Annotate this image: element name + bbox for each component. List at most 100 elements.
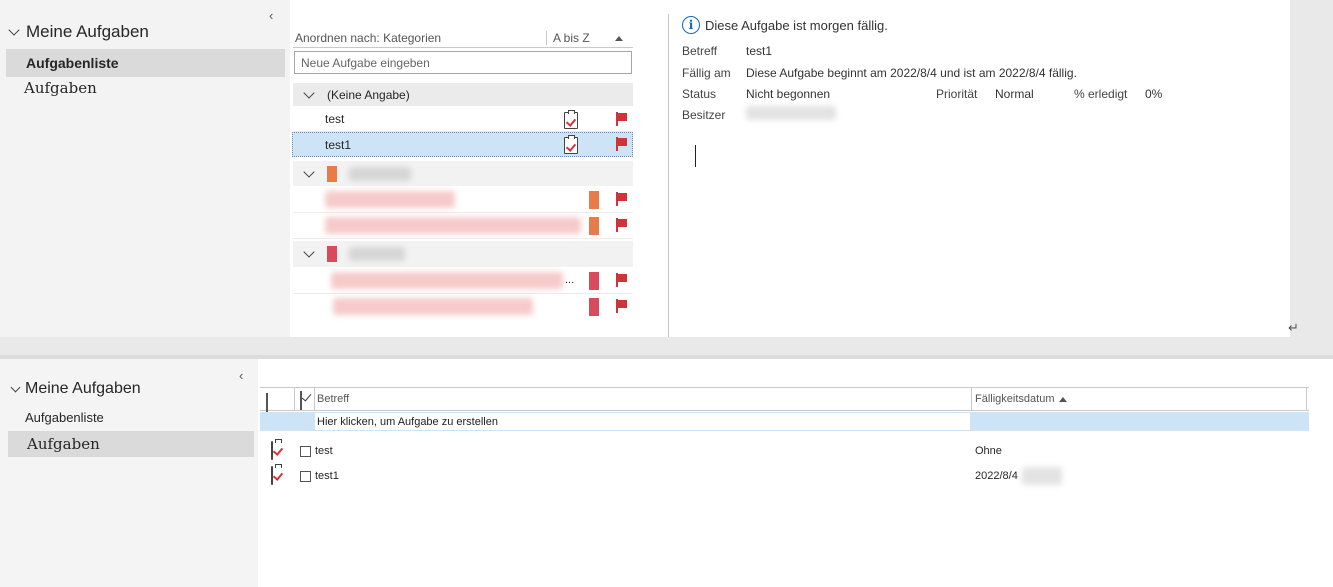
group-header-none[interactable]: (Keine Angabe) xyxy=(293,83,633,106)
task-due-date: Ohne xyxy=(975,445,1002,457)
flag-icon[interactable] xyxy=(616,218,628,232)
group-header-orange[interactable] xyxy=(293,161,633,186)
sidebar-item-task-list[interactable]: Aufgabenliste xyxy=(5,406,253,428)
task-row[interactable]: ... xyxy=(293,268,633,294)
new-task-prompt[interactable]: Hier klicken, um Aufgabe zu erstellen xyxy=(317,416,498,428)
arrange-bar[interactable]: Anordnen nach: Kategorien A bis Z xyxy=(293,29,633,48)
sidebar-item-task-list[interactable]: Aufgabenliste xyxy=(6,49,285,77)
table-row[interactable]: test Ohne xyxy=(260,439,1309,463)
sidebar-item-label: Aufgabenliste xyxy=(25,409,104,425)
group-label: (Keine Angabe) xyxy=(327,87,410,102)
due-value: Diese Aufgabe beginnt am 2022/8/4 und is… xyxy=(746,66,1077,80)
chevron-down-icon[interactable] xyxy=(303,246,315,258)
category-orange-icon xyxy=(589,217,599,235)
column-due-date-label: Fälligkeitsdatum xyxy=(975,393,1055,405)
flag-icon[interactable] xyxy=(616,137,628,151)
bottom-sidebar: ‹ Meine Aufgaben Aufgabenliste Aufgaben xyxy=(0,359,258,587)
column-subject[interactable]: Betreff xyxy=(317,393,349,405)
chevron-down-icon xyxy=(8,24,20,36)
item-type-icon[interactable] xyxy=(266,393,268,412)
new-task-input[interactable]: Neue Aufgabe eingeben xyxy=(294,51,632,74)
group-header-red[interactable] xyxy=(293,241,633,267)
flag-icon[interactable] xyxy=(616,299,628,313)
top-sidebar: ‹ Meine Aufgaben Aufgabenliste Aufgaben xyxy=(0,0,290,337)
new-task-placeholder: Neue Aufgabe eingeben xyxy=(301,55,430,70)
task-clipboard-icon xyxy=(564,135,578,154)
category-red-icon xyxy=(589,298,599,316)
redacted-task-subject xyxy=(325,217,581,234)
redacted-task-subject xyxy=(325,191,455,208)
redacted-task-subject xyxy=(331,272,563,289)
info-banner: i Diese Aufgabe ist morgen fällig. xyxy=(682,16,888,34)
redacted-category-name xyxy=(349,247,405,261)
category-red-icon xyxy=(327,246,337,262)
chevron-down-icon[interactable] xyxy=(303,86,315,99)
subject-label: Betreff xyxy=(682,44,718,58)
info-banner-text: Diese Aufgabe ist morgen fällig. xyxy=(705,17,888,33)
owner-label: Besitzer xyxy=(682,108,726,122)
due-label: Fällig am xyxy=(682,66,731,80)
text-cursor[interactable] xyxy=(695,145,696,167)
sidebar-item-tasks[interactable]: Aufgaben xyxy=(8,431,254,457)
task-row[interactable]: test xyxy=(293,107,633,132)
task-row[interactable] xyxy=(293,294,633,320)
task-row-selected[interactable]: test1 xyxy=(292,132,633,157)
redacted-task-subject xyxy=(333,298,533,315)
new-task-row[interactable]: Hier klicken, um Aufgabe zu erstellen xyxy=(260,412,1309,431)
flag-icon[interactable] xyxy=(616,273,628,287)
my-tasks-title: Meine Aufgaben xyxy=(25,380,141,397)
chevron-down-icon[interactable] xyxy=(303,165,315,178)
table-row[interactable]: test1 2022/8/4 xyxy=(260,464,1309,488)
task-subject: test1 xyxy=(325,137,352,152)
percent-complete-value: 0% xyxy=(1145,87,1163,101)
sort-up-icon[interactable] xyxy=(615,35,623,41)
status-label: Status xyxy=(682,87,717,101)
column-due-date[interactable]: Fälligkeitsdatum xyxy=(975,393,1068,405)
category-orange-icon xyxy=(589,191,599,209)
collapse-sidebar-icon[interactable]: ‹ xyxy=(239,368,243,383)
table-header: Betreff Fälligkeitsdatum xyxy=(260,387,1309,412)
task-subject: test xyxy=(315,445,333,457)
task-clipboard-icon xyxy=(271,466,273,485)
category-red-icon xyxy=(589,272,599,290)
sidebar-item-label: Aufgabenliste xyxy=(26,55,119,71)
flag-icon[interactable] xyxy=(616,112,628,126)
redacted-category-name xyxy=(349,166,411,181)
task-row[interactable] xyxy=(293,187,633,213)
task-detail-pane: i Diese Aufgabe ist morgen fällig. Betre… xyxy=(669,0,1299,337)
task-list-pane: Anordnen nach: Kategorien A bis Z Neue A… xyxy=(290,0,635,337)
my-tasks-header[interactable]: Meine Aufgaben xyxy=(8,22,149,42)
status-value: Nicht begonnen xyxy=(746,87,831,101)
subject-value: test1 xyxy=(746,44,773,58)
redacted-due-extra xyxy=(1022,467,1062,485)
sort-order-label[interactable]: A bis Z xyxy=(547,31,615,45)
arrange-by-label[interactable]: Anordnen nach: Kategorien xyxy=(293,31,547,45)
task-due-date: 2022/8/4 xyxy=(975,470,1018,482)
percent-complete-label: % erledigt xyxy=(1074,87,1128,101)
complete-checkbox[interactable] xyxy=(300,471,311,482)
sidebar-item-label: Aufgaben xyxy=(24,79,97,97)
task-row[interactable] xyxy=(293,213,633,239)
redacted-owner-value xyxy=(746,106,836,120)
task-subject: test xyxy=(325,112,345,126)
task-subject: test1 xyxy=(315,470,339,482)
right-edge-area xyxy=(1309,359,1333,587)
complete-checkbox[interactable] xyxy=(300,446,311,457)
flag-icon[interactable] xyxy=(616,192,628,206)
sidebar-item-tasks[interactable]: Aufgaben xyxy=(4,77,283,99)
priority-label: Priorität xyxy=(936,87,978,101)
my-tasks-header[interactable]: Meine Aufgaben xyxy=(10,380,141,398)
sort-ascending-icon xyxy=(1059,396,1068,402)
resize-grip-icon[interactable]: ↵ xyxy=(1288,320,1299,336)
collapse-sidebar-icon[interactable]: ‹ xyxy=(269,8,273,23)
truncation-ellipsis: ... xyxy=(565,274,575,286)
task-clipboard-icon xyxy=(564,110,578,129)
info-icon: i xyxy=(682,16,700,34)
task-clipboard-icon xyxy=(271,441,273,460)
priority-value: Normal xyxy=(995,87,1034,101)
complete-column-checkbox[interactable] xyxy=(300,391,302,410)
chevron-down-icon xyxy=(10,382,21,392)
my-tasks-title: Meine Aufgaben xyxy=(26,22,149,41)
sidebar-item-label: Aufgaben xyxy=(27,435,100,453)
category-orange-icon xyxy=(327,165,337,182)
